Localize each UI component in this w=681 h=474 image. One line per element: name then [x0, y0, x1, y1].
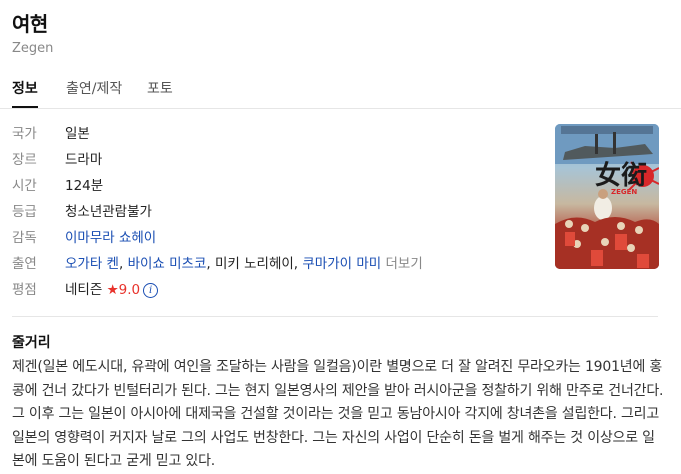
info-row-cast: 출연 오가타 켄, 바이쇼 미츠코, 미키 노리헤이, 쿠마가이 마미 더보기	[12, 252, 532, 278]
synopsis-text: 제겐(일본 에도시대, 유곽에 여인을 조달하는 사람을 일컬음)이란 별명으로…	[12, 359, 664, 469]
poster-title: 女衒	[595, 160, 647, 191]
score-source: 네티즌	[65, 282, 103, 298]
netizen-score: 9.0	[118, 282, 141, 298]
info-row-country: 국가 일본	[12, 122, 532, 148]
poster-subtitle: ZEGEN	[611, 188, 637, 196]
info-row-runtime: 시간 124분	[12, 174, 532, 200]
director-value: 이마무라 쇼헤이	[65, 226, 156, 246]
tab-photo[interactable]: 포토	[147, 78, 173, 108]
info-icon[interactable]: i	[143, 283, 159, 298]
cast-separator: ,	[206, 256, 215, 272]
cast-more-link[interactable]: 더보기	[386, 256, 423, 272]
page-title: 여현	[12, 12, 48, 36]
info-row-score: 평점 네티즌 ★9.0 i	[12, 278, 532, 304]
director-link[interactable]: 이마무라 쇼헤이	[65, 230, 156, 246]
info-row-rating: 등급 청소년관람불가	[12, 200, 532, 226]
tab-bar: 정보 출연/제작 포토	[0, 70, 681, 109]
score-value: 네티즌 ★9.0 i	[65, 278, 159, 298]
director-label: 감독	[12, 230, 37, 246]
score-label: 평점	[12, 282, 37, 298]
country-label: 국가	[12, 126, 37, 142]
rating-label: 등급	[12, 204, 37, 220]
original-title: Zegen	[12, 41, 54, 56]
star-icon: ★	[106, 282, 119, 298]
cast-link[interactable]: 바이쇼 미츠코	[128, 256, 207, 272]
section-divider	[12, 316, 658, 317]
synopsis-heading: 줄거리	[12, 335, 51, 351]
info-row-director: 감독 이마무라 쇼헤이	[12, 226, 532, 252]
genre-value: 드라마	[65, 152, 103, 168]
tab-cast-crew[interactable]: 출연/제작	[66, 78, 122, 108]
cast-label: 출연	[12, 256, 37, 272]
poster-artwork: 女衒 ZEGEN	[555, 124, 659, 269]
tab-info[interactable]: 정보	[12, 78, 38, 108]
runtime-label: 시간	[12, 178, 37, 194]
genre-label: 장르	[12, 152, 37, 168]
cast-link[interactable]: 쿠마가이 마미	[302, 256, 381, 272]
runtime-value: 124분	[65, 178, 104, 194]
cast-value: 오가타 켄, 바이쇼 미츠코, 미키 노리헤이, 쿠마가이 마미 더보기	[65, 252, 423, 272]
info-row-genre: 장르 드라마	[12, 148, 532, 174]
movie-poster[interactable]: 女衒 ZEGEN	[555, 124, 659, 269]
cast-separator: ,	[118, 256, 128, 272]
rating-value: 청소년관람불가	[65, 204, 152, 220]
cast-link[interactable]: 오가타 켄	[65, 256, 119, 272]
cast-name: 미키 노리헤이	[214, 256, 294, 272]
country-value: 일본	[65, 126, 90, 142]
